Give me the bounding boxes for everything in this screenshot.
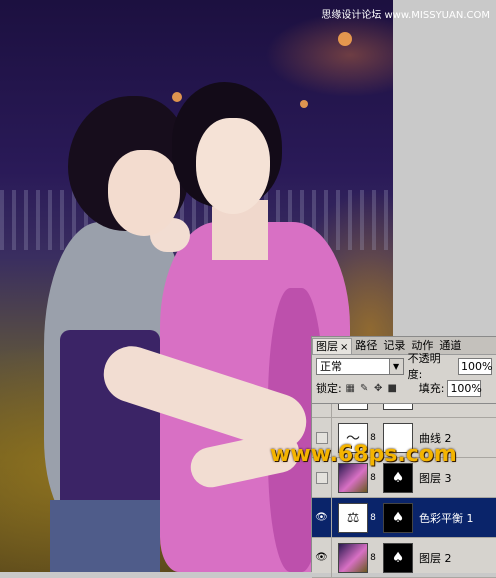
lock-move-icon[interactable]: ✥ <box>373 383 384 394</box>
chain-link-icon: 8 <box>370 432 376 443</box>
layer-name: 色彩平衡 1 <box>419 511 474 525</box>
tab-history[interactable]: 记录 <box>380 338 408 354</box>
left-girl-jeans <box>50 500 160 572</box>
color-balance-thumbnail: ⚖ <box>338 502 368 533</box>
lock-transparency-icon[interactable]: ▦ <box>345 383 356 394</box>
blend-row: 正常 ▼ 不透明度: 100% <box>312 352 496 381</box>
eye-icon[interactable]: 👁 <box>312 497 332 538</box>
blend-mode-select[interactable]: 正常 ▼ <box>316 357 404 375</box>
layer-row-selected[interactable]: 👁 ⚖ 8 ♠ 色彩平衡 1 <box>312 497 496 538</box>
lock-label: 锁定: <box>316 382 342 395</box>
layer-name: 图层 3 <box>419 471 452 485</box>
visibility-toggle[interactable] <box>312 404 332 417</box>
left-girl-face <box>108 150 180 236</box>
mask-thumbnail: ♠ <box>383 502 413 533</box>
chevron-down-icon[interactable]: ▼ <box>388 358 403 374</box>
adjustment-thumbnail <box>338 404 368 410</box>
site-watermark-logo: www.68ps.com <box>270 442 457 467</box>
panel-tabs: 图层 × 路径 记录 动作 通道 <box>312 337 496 355</box>
fill-input[interactable]: 100% <box>447 379 482 397</box>
layer-thumbnail <box>338 542 368 573</box>
opacity-input[interactable]: 100% <box>458 357 492 375</box>
bokeh-light <box>338 32 352 46</box>
lock-all-icon[interactable]: ■ <box>387 383 398 394</box>
site-watermark: 思缘设计论坛 www.MISSYUAN.COM <box>321 10 490 21</box>
chain-link-icon: 8 <box>370 512 376 523</box>
layer-row[interactable] <box>312 404 496 418</box>
mask-thumbnail: ♠ <box>383 462 413 493</box>
lock-row: 锁定: ▦ ✎ ✥ ■ 填充: 100% <box>312 377 496 399</box>
layers-list: 〜 8 曲线 2 8 ♠ 图层 3 👁 ⚖ 8 ♠ 色彩平衡 1 👁 8 ♠ 图… <box>312 403 496 578</box>
opacity-label: 不透明度: <box>407 352 441 381</box>
bokeh-light <box>172 92 182 102</box>
layer-name: 图层 2 <box>419 551 452 565</box>
blend-mode-value: 正常 <box>320 360 342 373</box>
tab-paths[interactable]: 路径 <box>352 338 380 354</box>
right-girl-face <box>196 118 270 214</box>
layer-thumbnail <box>338 462 368 493</box>
chain-link-icon: 8 <box>370 472 376 483</box>
lock-brush-icon[interactable]: ✎ <box>359 383 370 394</box>
mask-thumbnail <box>383 404 413 410</box>
tab-layers[interactable]: 图层 × <box>312 338 353 354</box>
tab-close-icon[interactable]: × <box>340 342 348 353</box>
layer-row[interactable]: 👁 8 ♠ 图层 2 <box>312 537 496 578</box>
mask-thumbnail: ♠ <box>383 542 413 573</box>
bokeh-light <box>300 100 308 108</box>
fill-label: 填充: <box>418 382 445 395</box>
chain-link-icon: 8 <box>370 552 376 563</box>
